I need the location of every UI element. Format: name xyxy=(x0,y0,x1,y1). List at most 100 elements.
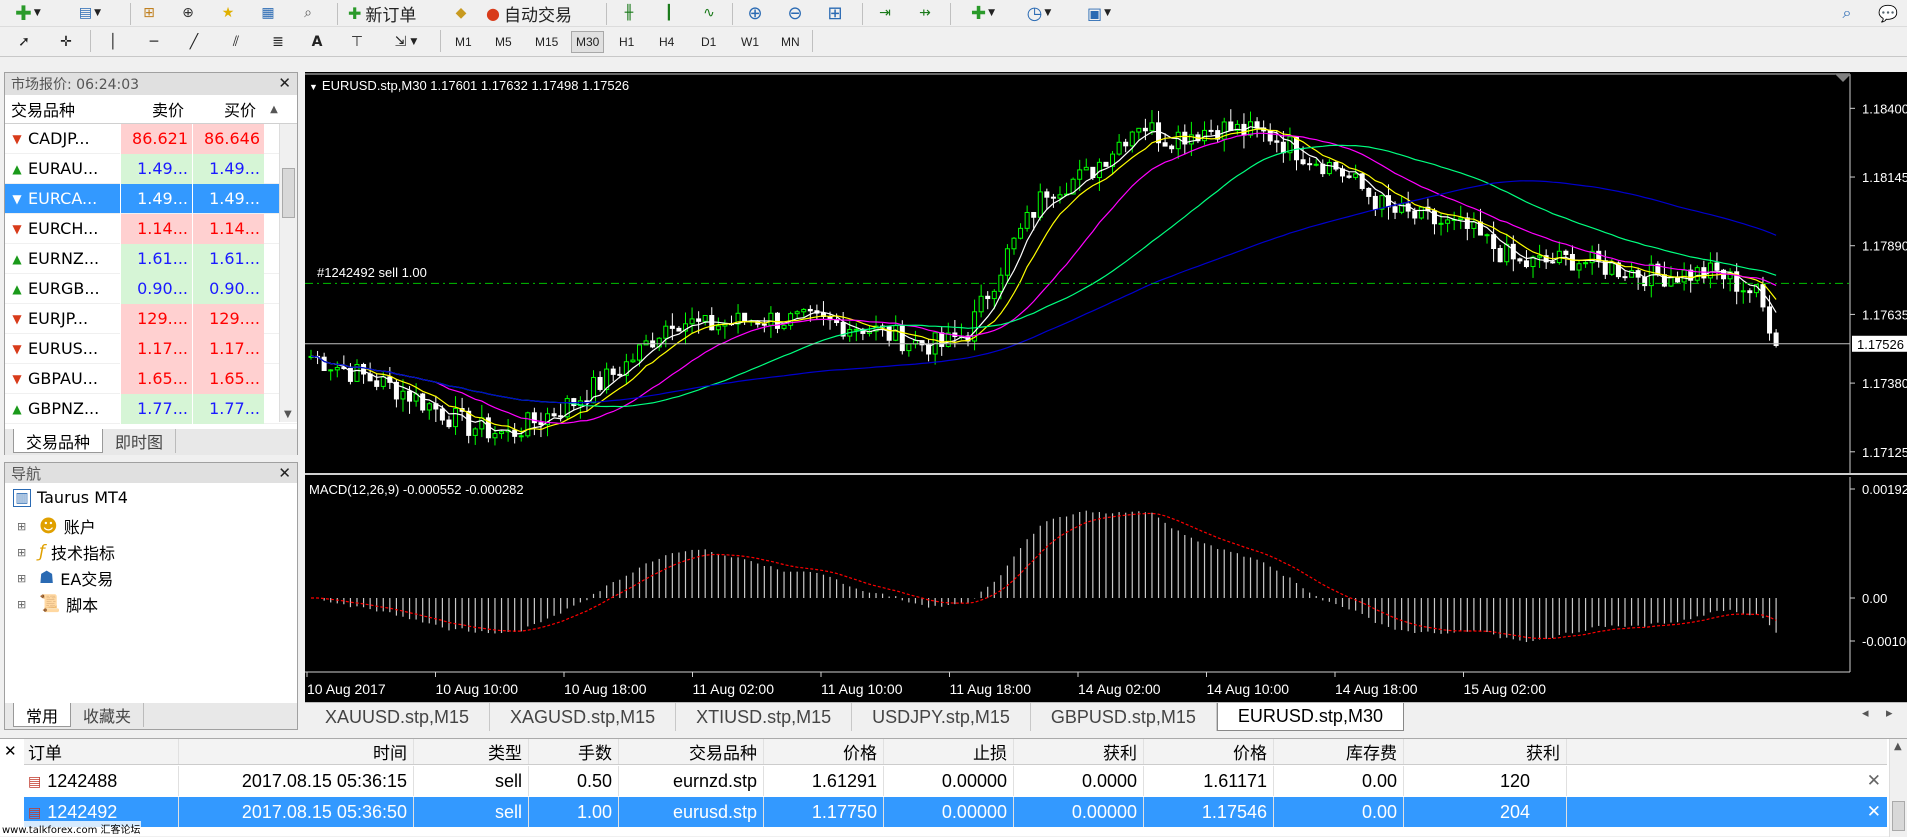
search-icon[interactable]: ⌕ xyxy=(1834,1,1860,25)
chart-tab[interactable]: XAGUSD.stp,M15 xyxy=(490,703,677,731)
orders-col-header[interactable]: 价格 xyxy=(764,739,884,764)
tab-symbols[interactable]: 交易品种 xyxy=(13,429,104,453)
market-watch-row[interactable]: ▼ GBPAU... 1.65... 1.65... xyxy=(5,363,297,394)
close-icon[interactable]: ✕ xyxy=(4,742,17,760)
expand-icon[interactable]: ⊞ xyxy=(17,520,31,533)
equidistant-channel-icon[interactable]: ⫽ xyxy=(222,30,250,54)
chart-window[interactable]: 1.18400 1.18145 1.17890 1.17635 1.17380 1.171… xyxy=(305,72,1907,702)
chart-tab[interactable]: XTIUSD.stp,M15 xyxy=(676,703,853,731)
scroll-up-icon[interactable]: ▲ xyxy=(1894,741,1902,752)
timeframe-h1[interactable]: H1 xyxy=(615,31,638,53)
close-icon[interactable]: ✕ xyxy=(278,74,291,92)
navigator-item-scripts[interactable]: ⊞ 📜 脚本 xyxy=(17,592,98,616)
line-chart-icon[interactable]: ∿ xyxy=(696,1,722,25)
market-watch-row[interactable]: ▼ EURUS... 1.17... 1.17... xyxy=(5,333,297,364)
orders-col-header[interactable]: 手数 xyxy=(529,739,619,764)
close-order-icon[interactable]: ✕ xyxy=(1867,771,1881,791)
scrollbar-thumb[interactable] xyxy=(1892,801,1905,831)
cursor-icon[interactable]: ➚ xyxy=(10,30,38,54)
tab-tick-chart[interactable]: 即时图 xyxy=(103,429,177,453)
timeframe-d1[interactable]: D1 xyxy=(697,31,720,53)
order-line-label[interactable]: #1242492 sell 1.00 xyxy=(317,265,427,280)
terminal-icon[interactable]: ▦ xyxy=(255,1,281,25)
order-row[interactable]: ▤ 1242492 2017.08.15 05:36:50 sell 1.00 eurus… xyxy=(24,797,1887,827)
timeframe-m1[interactable]: M1 xyxy=(451,31,476,53)
scrollbar-thumb[interactable] xyxy=(282,168,295,218)
chart-menu-icon[interactable]: ▼ xyxy=(309,82,318,92)
timeframe-mn[interactable]: MN xyxy=(777,31,804,53)
scroll-down-icon[interactable]: ▼ xyxy=(284,409,292,420)
navigator-item-accounts[interactable]: ⊞ ☻ 账户 xyxy=(17,514,96,538)
orders-col-header[interactable]: 订单 xyxy=(24,739,179,764)
market-watch-row[interactable]: ▼ EURCA... 1.49... 1.49... xyxy=(5,183,297,214)
auto-trading-button[interactable]: ● 自动交易 xyxy=(486,1,596,26)
price-chart[interactable]: 1.18400 1.18145 1.17890 1.17635 1.17380 1.171… xyxy=(305,72,1907,702)
text-icon[interactable]: A xyxy=(304,30,330,54)
scroll-up-icon[interactable]: ▲ xyxy=(264,104,284,115)
terminal-scrollbar[interactable]: ▲ xyxy=(1889,739,1907,837)
data-window-icon[interactable]: ⊕ xyxy=(175,1,201,25)
expand-icon[interactable]: ⊞ xyxy=(17,572,31,585)
navigator-root[interactable]: ▥ Taurus MT4 xyxy=(13,488,128,507)
tab-common[interactable]: 常用 xyxy=(13,703,72,727)
arrows-icon[interactable]: ⇲ ▼ xyxy=(384,30,428,54)
orders-col-header[interactable]: 类型 xyxy=(414,739,529,764)
market-watch-row[interactable]: ▲ EURNZ... 1.61... 1.61... xyxy=(5,243,297,274)
navigator-item-indicators[interactable]: ⊞ ƒ 技术指标 xyxy=(17,540,115,564)
chart-tab[interactable]: XAUUSD.stp,M15 xyxy=(305,703,491,731)
col-ask[interactable]: 买价 xyxy=(192,97,264,121)
new-order-button[interactable]: ✚ 新订单 xyxy=(348,1,440,26)
orders-col-header[interactable]: 获利 xyxy=(1014,739,1144,764)
timeframe-w1[interactable]: W1 xyxy=(737,31,763,53)
templates-icon[interactable]: ▣ ▼ xyxy=(1074,1,1124,25)
orders-col-header[interactable]: 交易品种 xyxy=(619,739,764,764)
timeframe-h4[interactable]: H4 xyxy=(655,31,678,53)
market-watch-row[interactable]: ▲ GBPNZ... 1.77... 1.77... xyxy=(5,393,297,424)
col-symbol[interactable]: 交易品种 xyxy=(5,97,120,121)
market-watch-row[interactable]: ▼ CADJP... 86.621 86.646 xyxy=(5,123,297,154)
candlestick-icon[interactable]: ┃ xyxy=(656,1,682,25)
periods-icon[interactable]: ◷ ▼ xyxy=(1016,1,1062,25)
navigator-item-expert-advisors[interactable]: ⊞ ☗ EA交易 xyxy=(17,566,113,590)
expand-icon[interactable]: ⊞ xyxy=(17,546,31,559)
orders-col-header[interactable]: 止损 xyxy=(884,739,1014,764)
zoom-in-icon[interactable]: ⊕ xyxy=(740,1,770,25)
orders-col-header[interactable]: 价格 xyxy=(1144,739,1274,764)
col-bid[interactable]: 卖价 xyxy=(120,97,192,121)
fibonacci-icon[interactable]: ≣ xyxy=(264,30,292,54)
market-watch-row[interactable]: ▲ EURAU... 1.49... 1.49... xyxy=(5,153,297,184)
tabs-scroll-right-icon[interactable]: ▸ xyxy=(1886,706,1893,721)
orders-col-header[interactable]: 时间 xyxy=(179,739,414,764)
chat-icon[interactable]: 💬 xyxy=(1874,1,1902,25)
vertical-line-icon[interactable]: │ xyxy=(100,30,126,54)
timeframe-m30[interactable]: M30 xyxy=(571,31,605,53)
new-chart-icon[interactable]: ✚ ▼ xyxy=(6,1,50,25)
indicators-icon[interactable]: ✚ ▼ xyxy=(960,1,1006,25)
close-order-icon[interactable]: ✕ xyxy=(1867,802,1881,822)
tabs-scroll-left-icon[interactable]: ◂ xyxy=(1862,706,1869,721)
horizontal-line-icon[interactable]: ─ xyxy=(140,30,168,54)
chart-tab[interactable]: GBPUSD.stp,M15 xyxy=(1031,703,1217,731)
expand-icon[interactable]: ⊞ xyxy=(17,598,31,611)
chart-tab[interactable]: EURUSD.stp,M30 xyxy=(1216,703,1404,731)
market-watch-icon[interactable]: ⊞ xyxy=(136,1,162,25)
crosshair-icon[interactable]: ✛ xyxy=(52,30,80,54)
chart-shift-icon[interactable]: ⇸ xyxy=(910,1,940,25)
text-label-icon[interactable]: ⊤ xyxy=(344,30,370,54)
strategy-tester-icon[interactable]: ⌕ xyxy=(295,1,321,25)
chart-tab[interactable]: USDJPY.stp,M15 xyxy=(852,703,1031,731)
auto-scroll-icon[interactable]: ⇥ xyxy=(870,1,900,25)
navigator-icon[interactable]: ★ xyxy=(215,1,241,25)
bar-chart-icon[interactable]: ╫ xyxy=(616,1,642,25)
trendline-icon[interactable]: ╱ xyxy=(180,30,208,54)
profiles-icon[interactable]: ▤ ▼ xyxy=(70,1,110,25)
market-watch-row[interactable]: ▼ EURCH... 1.14... 1.14... xyxy=(5,213,297,244)
orders-col-header[interactable]: 库存费 xyxy=(1274,739,1404,764)
orders-col-header[interactable]: 获利 xyxy=(1404,739,1567,764)
metaeditor-icon[interactable]: ◆ xyxy=(448,1,474,25)
zoom-out-icon[interactable]: ⊖ xyxy=(780,1,810,25)
timeframe-m15[interactable]: M15 xyxy=(531,31,562,53)
market-watch-row[interactable]: ▼ EURJP... 129.... 129.... xyxy=(5,303,297,334)
order-row[interactable]: ▤ 1242488 2017.08.15 05:36:15 sell 0.50 eurnz… xyxy=(24,766,1887,796)
tab-favorites[interactable]: 收藏夹 xyxy=(71,703,145,727)
